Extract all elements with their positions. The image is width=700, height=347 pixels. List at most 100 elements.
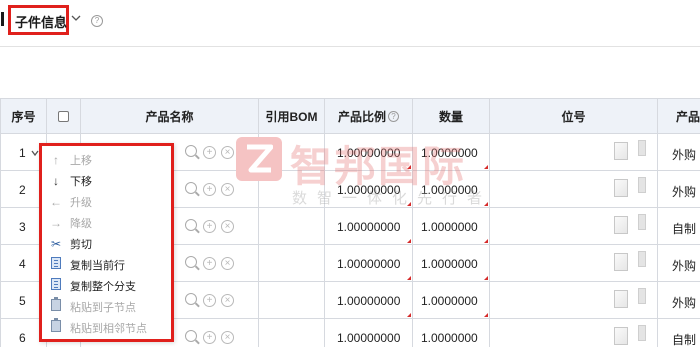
remove-icon[interactable]: × — [221, 183, 234, 196]
qty-cell[interactable]: 1.0000000 — [413, 319, 490, 347]
position-cell[interactable] — [490, 208, 658, 245]
document-icon[interactable] — [614, 179, 628, 197]
attachment-icon[interactable] — [638, 177, 646, 193]
search-icon[interactable] — [185, 219, 197, 231]
remove-icon[interactable]: × — [221, 294, 234, 307]
arrow-left-icon: ← — [50, 194, 62, 209]
remove-icon[interactable]: × — [221, 146, 234, 159]
help-icon[interactable]: ? — [388, 110, 399, 122]
search-icon[interactable] — [185, 293, 197, 305]
bom-cell[interactable] — [259, 171, 325, 208]
row-number: 2 — [19, 183, 26, 197]
menu-item-copy-branch[interactable]: 复制整个分支 — [42, 275, 171, 296]
ratio-cell[interactable]: 1.00000000 — [325, 319, 413, 347]
column-header-seq: 序号 — [0, 98, 47, 134]
document-icon[interactable] — [614, 216, 628, 234]
column-header-bom: 引用BOM — [259, 98, 325, 134]
menu-item-move-up[interactable]: ↑ 上移 — [42, 149, 171, 170]
scissors-icon: ✂ — [50, 236, 62, 251]
document-icon[interactable] — [614, 327, 628, 345]
document-icon[interactable] — [614, 142, 628, 160]
position-cell[interactable] — [490, 319, 658, 347]
chevron-down-icon[interactable] — [71, 13, 81, 23]
ratio-cell[interactable]: 1.00000000 — [325, 134, 413, 171]
menu-item-cut[interactable]: ✂ 剪切 — [42, 233, 171, 254]
product-type-cell: 外购 — [658, 245, 700, 282]
menu-item-label: 降级 — [70, 217, 92, 230]
attachment-icon[interactable] — [638, 288, 646, 304]
ratio-cell[interactable]: 1.00000000 — [325, 171, 413, 208]
bom-cell[interactable] — [259, 134, 325, 171]
menu-item-paste-child[interactable]: 粘贴到子节点 — [42, 296, 171, 317]
document-icon[interactable] — [614, 290, 628, 308]
search-icon[interactable] — [185, 256, 197, 268]
remove-icon[interactable]: × — [221, 331, 234, 344]
required-marker — [484, 313, 488, 317]
attachment-icon[interactable] — [638, 140, 646, 156]
add-icon[interactable]: + — [203, 257, 216, 270]
product-type-cell: 外购 — [658, 134, 700, 171]
help-icon[interactable]: ? — [91, 15, 103, 27]
bom-cell[interactable] — [259, 245, 325, 282]
add-icon[interactable]: + — [203, 220, 216, 233]
section-title[interactable]: 子件信息 — [15, 12, 67, 31]
add-icon[interactable]: + — [203, 331, 216, 344]
section-header: 子件信息 ? — [0, 0, 700, 46]
product-type-value: 自制 — [672, 222, 697, 236]
bom-cell[interactable] — [259, 319, 325, 347]
qty-cell[interactable]: 1.0000000 — [413, 134, 490, 171]
attachment-icon[interactable] — [638, 214, 646, 230]
required-marker — [484, 276, 488, 280]
paste-icon — [42, 318, 64, 335]
qty-cell[interactable]: 1.0000000 — [413, 171, 490, 208]
qty-cell[interactable]: 1.0000000 — [413, 245, 490, 282]
search-icon[interactable] — [185, 145, 197, 157]
qty-value: 1.0000000 — [421, 257, 478, 271]
qty-value: 1.0000000 — [421, 183, 478, 197]
menu-item-promote[interactable]: ← 升级 — [42, 191, 171, 212]
add-icon[interactable]: + — [203, 183, 216, 196]
attachment-icon[interactable] — [638, 251, 646, 267]
column-header-select — [47, 98, 81, 134]
qty-cell[interactable]: 1.0000000 — [413, 282, 490, 319]
ratio-value: 1.00000000 — [337, 183, 401, 197]
menu-item-copy-row[interactable]: 复制当前行 — [42, 254, 171, 275]
menu-item-demote[interactable]: → 降级 — [42, 212, 171, 233]
ratio-cell[interactable]: 1.00000000 — [325, 282, 413, 319]
product-type-value: 自制 — [672, 333, 697, 347]
ratio-value: 1.00000000 — [337, 294, 401, 308]
attachment-icon[interactable] — [638, 325, 646, 341]
add-icon[interactable]: + — [203, 294, 216, 307]
document-icon[interactable] — [614, 253, 628, 271]
position-cell[interactable] — [490, 282, 658, 319]
position-cell[interactable] — [490, 134, 658, 171]
qty-value: 1.0000000 — [421, 220, 478, 234]
chevron-down-icon[interactable] — [31, 149, 39, 157]
bom-cell[interactable] — [259, 282, 325, 319]
position-cell[interactable] — [490, 245, 658, 282]
ratio-cell[interactable]: 1.00000000 — [325, 208, 413, 245]
product-type-cell: 自制 — [658, 208, 700, 245]
menu-item-label: 升级 — [70, 196, 92, 209]
search-icon[interactable] — [185, 182, 197, 194]
menu-item-label: 下移 — [70, 175, 92, 188]
menu-item-label: 剪切 — [70, 238, 92, 251]
add-icon[interactable]: + — [203, 146, 216, 159]
bom-cell[interactable] — [259, 208, 325, 245]
column-header-product-name: 产品名称 — [81, 98, 259, 134]
product-type-value: 外购 — [672, 259, 697, 273]
select-all-checkbox[interactable] — [58, 110, 69, 122]
search-icon[interactable] — [185, 330, 197, 342]
column-header-ratio: 产品比例 ? — [325, 98, 413, 134]
remove-icon[interactable]: × — [221, 257, 234, 270]
remove-icon[interactable]: × — [221, 220, 234, 233]
paste-icon — [42, 297, 64, 314]
ratio-value: 1.00000000 — [337, 331, 401, 345]
position-cell[interactable] — [490, 171, 658, 208]
product-type-value: 外购 — [672, 185, 697, 199]
menu-item-paste-sibling[interactable]: 粘贴到相邻节点 — [42, 317, 171, 338]
menu-item-label: 复制整个分支 — [70, 280, 136, 293]
ratio-cell[interactable]: 1.00000000 — [325, 245, 413, 282]
qty-cell[interactable]: 1.0000000 — [413, 208, 490, 245]
menu-item-move-down[interactable]: ↓ 下移 — [42, 170, 171, 191]
